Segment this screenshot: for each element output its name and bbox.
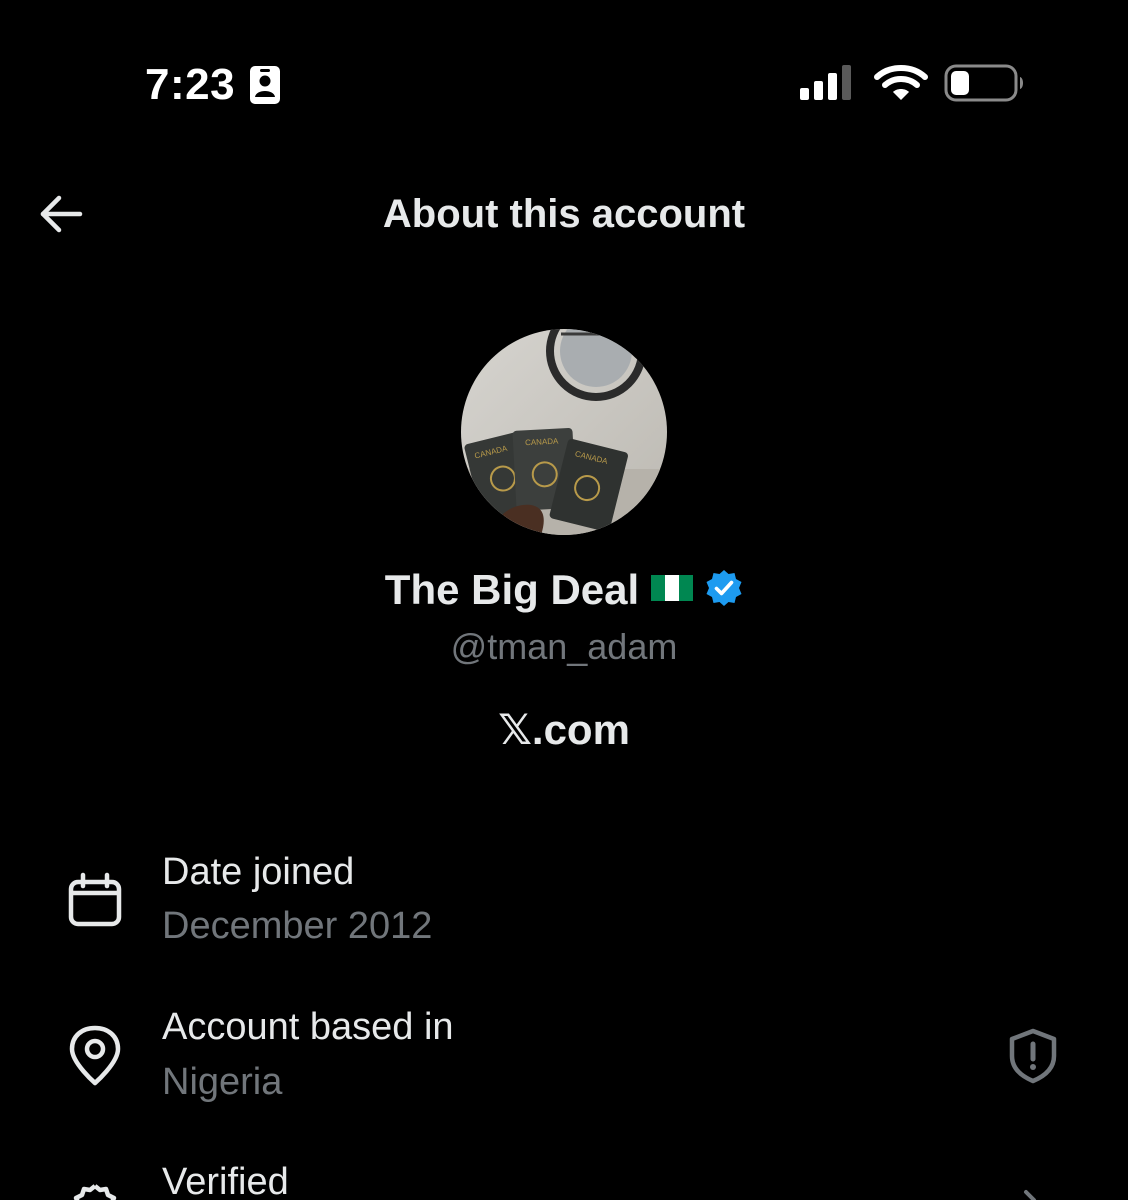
account-handle: @tman_adam xyxy=(450,626,678,667)
svg-text:CANADA: CANADA xyxy=(525,437,559,448)
location-pin-icon xyxy=(66,1025,124,1092)
verified-badge-outline-icon xyxy=(66,1182,124,1200)
info-row-account-based-in: Account based in Nigeria xyxy=(0,1003,1128,1133)
display-name-row: The Big Deal xyxy=(0,566,1128,614)
verified-badge-icon[interactable] xyxy=(705,569,743,612)
status-bar: 7:23 xyxy=(0,0,1128,170)
info-row-date-joined: Date joined December 2012 xyxy=(0,848,1128,978)
account-source: 𝕏.com xyxy=(498,706,630,753)
info-label: Date joined xyxy=(162,851,355,893)
person-card-icon xyxy=(250,66,280,109)
page-title: About this account xyxy=(382,192,746,236)
chevron-right-icon xyxy=(1018,1178,1046,1200)
info-row-verified[interactable]: Verified xyxy=(0,1158,1128,1200)
info-label: Verified xyxy=(162,1161,289,1200)
shield-alert-icon xyxy=(1007,1028,1059,1089)
info-value: December 2012 xyxy=(162,905,433,947)
nigeria-flag-icon xyxy=(651,573,694,608)
calendar-icon xyxy=(66,872,124,935)
cellular-signal-icon xyxy=(800,64,858,107)
battery-low-icon xyxy=(944,64,1026,109)
wifi-icon xyxy=(874,64,928,107)
info-value: Nigeria xyxy=(162,1061,283,1103)
shield-alert-button[interactable] xyxy=(1002,1027,1064,1089)
status-time: 7:23 xyxy=(145,60,236,109)
display-name: The Big Deal xyxy=(384,566,640,613)
info-label: Account based in xyxy=(162,1006,454,1048)
avatar[interactable]: CANADA CANADA CANADA xyxy=(461,329,667,535)
